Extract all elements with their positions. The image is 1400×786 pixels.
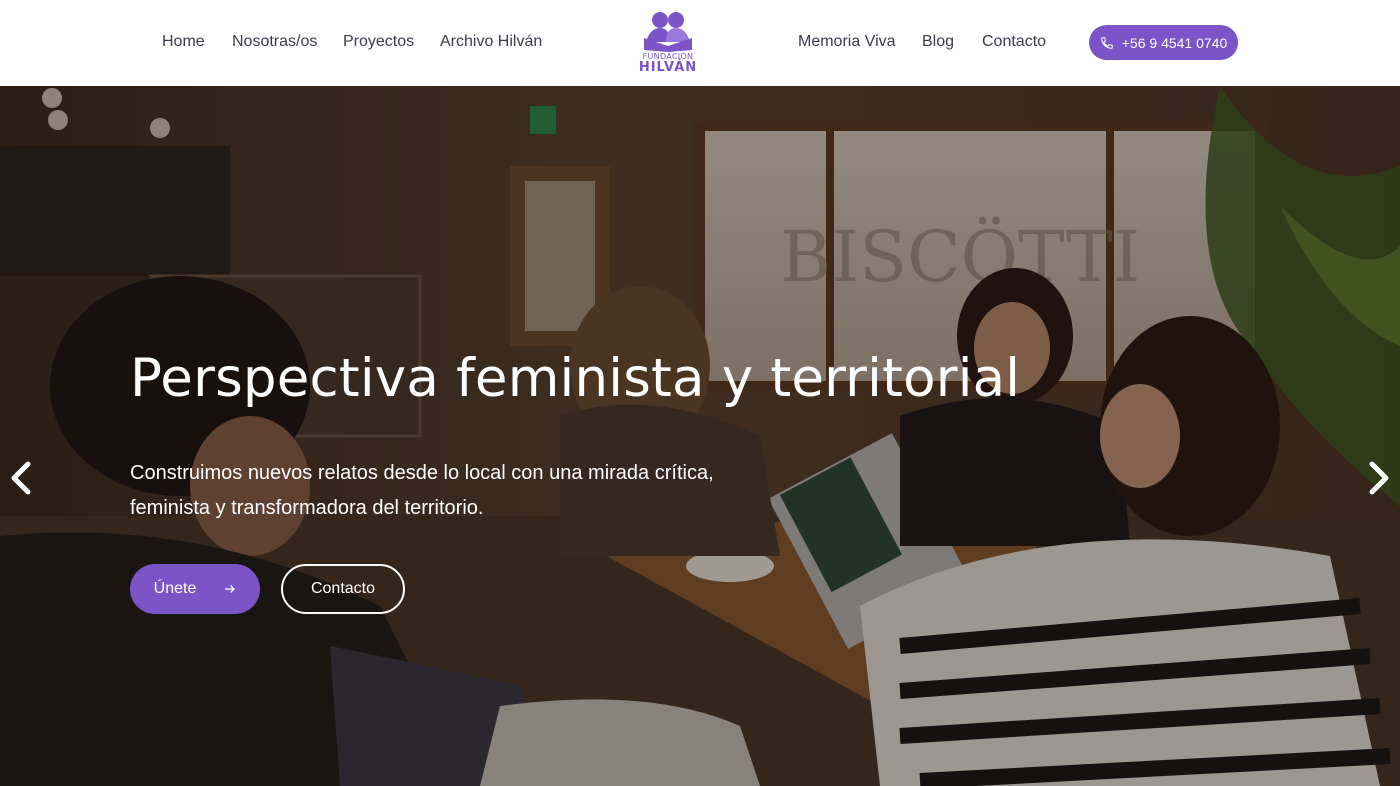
logo-figures-icon xyxy=(644,12,692,52)
nav-home[interactable]: Home xyxy=(162,33,205,51)
chevron-right-icon xyxy=(1369,461,1389,495)
phone-label: +56 9 4541 0740 xyxy=(1121,34,1228,51)
arrow-right-icon xyxy=(225,585,236,593)
chevron-left-icon xyxy=(11,461,31,495)
hero-title: Perspectiva feminista y territorial xyxy=(130,348,1021,409)
slider-prev-arrow[interactable] xyxy=(6,458,36,498)
join-button-label: Únete xyxy=(153,580,197,597)
phone-button[interactable]: +56 9 4541 0740 xyxy=(1089,25,1238,60)
logo-line-2: HILVÁN xyxy=(638,60,698,75)
site-logo[interactable]: FUNDACIÓN HILVÁN xyxy=(636,8,700,76)
contact-button[interactable]: Contacto xyxy=(281,564,405,614)
hero-subtitle: Construimos nuevos relatos desde lo loca… xyxy=(130,462,714,519)
nav-archivo-hilvan[interactable]: Archivo Hilván xyxy=(440,33,542,51)
nav-contacto[interactable]: Contacto xyxy=(982,33,1046,51)
nav-memoria-viva[interactable]: Memoria Viva xyxy=(798,33,896,51)
hero-section: BISCÖTTI Perspectiva feminista y territo… xyxy=(0,86,1400,786)
slider-next-arrow[interactable] xyxy=(1364,458,1394,498)
hero-overlay xyxy=(0,86,1400,786)
phone-icon xyxy=(1100,36,1113,49)
nav-blog[interactable]: Blog xyxy=(922,33,954,51)
join-button[interactable]: Únete xyxy=(130,564,260,614)
site-header: Home Nosotras/os Proyectos Archivo Hilvá… xyxy=(0,0,1400,86)
contact-button-label: Contacto xyxy=(310,580,376,597)
nav-proyectos[interactable]: Proyectos xyxy=(343,33,414,51)
nav-nosotras[interactable]: Nosotras/os xyxy=(232,33,317,51)
